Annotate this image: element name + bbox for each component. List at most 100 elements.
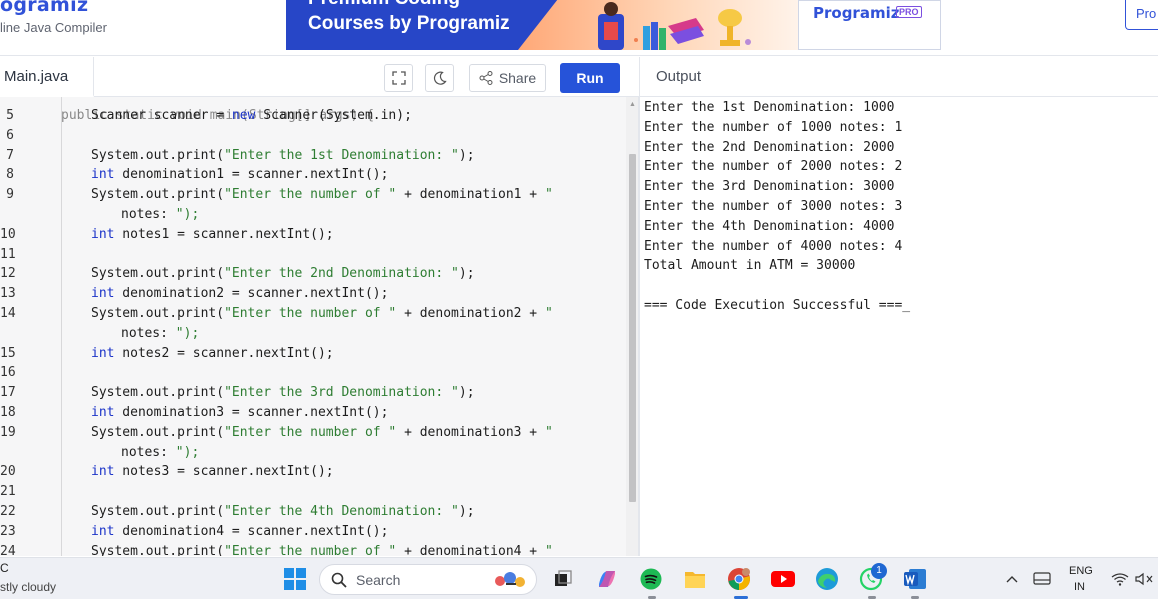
code-text: int notes1 = scanner.nextInt(); [91, 226, 334, 242]
theme-toggle-button[interactable] [425, 64, 454, 92]
task-view-icon[interactable] [551, 567, 575, 591]
wifi-icon[interactable] [1108, 567, 1132, 591]
chevron-up-icon[interactable] [1000, 567, 1024, 591]
books-trophy-illustration [598, 2, 751, 50]
code-text: int denomination2 = scanner.nextInt(); [91, 286, 389, 302]
line-number: 21 [0, 484, 16, 500]
editor-toolbar: Main.java Share Run Output [0, 57, 1158, 97]
pro-button[interactable]: Pro [1125, 0, 1158, 30]
share-button[interactable]: Share [469, 64, 546, 92]
code-text: int notes3 = scanner.nextInt(); [91, 464, 334, 480]
code-text: System.out.print("Enter the 1st Denomina… [91, 147, 475, 163]
code-line: 16 [0, 363, 630, 383]
code-text: int denomination1 = scanner.nextInt(); [91, 167, 389, 183]
code-line: 24 System.out.print("Enter the number of … [0, 542, 630, 556]
line-number: 8 [6, 167, 14, 183]
output-line: Enter the number of 3000 notes: 3 [644, 199, 903, 214]
code-text: notes: "); [121, 444, 200, 460]
word-icon[interactable] [903, 567, 927, 591]
line-number: 19 [0, 424, 16, 440]
share-icon [479, 71, 493, 85]
code-text: Scanner scanner = new Scanner(System.in)… [91, 108, 412, 123]
code-line: 7 System.out.print("Enter the 1st Denomin… [0, 146, 630, 166]
chrome-icon[interactable] [727, 567, 751, 591]
fullscreen-button[interactable] [384, 64, 413, 92]
code-line: 6 [0, 126, 630, 146]
line-number: 13 [0, 286, 16, 302]
code-line: 9 System.out.print("Enter the number of "… [0, 185, 630, 205]
output-line: Enter the number of 4000 notes: 4 [644, 238, 903, 254]
line-number: 16 [0, 365, 16, 381]
code-text: System.out.print("Enter the 2nd Denomina… [91, 266, 475, 282]
run-button[interactable]: Run [560, 63, 620, 93]
line-number: 6 [6, 127, 14, 143]
code-line: 15 int notes2 = scanner.nextInt(); [0, 344, 630, 364]
output-line: Total Amount in ATM = 30000 [644, 258, 856, 274]
code-line: 12 System.out.print("Enter the 2nd Denomi… [0, 264, 630, 284]
code-editor[interactable]: public static void main(String[] args) {… [0, 97, 639, 556]
taskbar-search[interactable]: Search [319, 564, 537, 595]
code-text: System.out.print("Enter the 3rd Denomina… [91, 385, 475, 401]
code-text: int denomination3 = scanner.nextInt(); [91, 405, 389, 420]
tablet-mode-icon[interactable] [1030, 567, 1054, 591]
copilot-icon[interactable] [595, 567, 619, 591]
banner-top-text: Premium Coding [308, 0, 460, 10]
speaker-muted-icon[interactable] [1132, 567, 1158, 591]
language-indicator[interactable]: ENG [1069, 565, 1093, 577]
line-number: 9 [6, 187, 14, 203]
code-line: 23 int denomination4 = scanner.nextInt(); [0, 522, 630, 542]
region-indicator[interactable]: IN [1074, 581, 1085, 593]
output-line: Enter the 4th Denomination: 4000 [644, 218, 895, 234]
output-line: Enter the number of 2000 notes: 2 [644, 159, 903, 175]
line-number: 7 [6, 147, 14, 163]
code-text: notes: "); [121, 325, 200, 341]
line-number: 12 [0, 266, 16, 282]
code-line: 5 Scanner scanner = new Scanner(System.in… [0, 106, 630, 126]
code-line-partial: public static void main(String[] args) { [0, 97, 630, 123]
banner-pro-badge: PRO [896, 6, 922, 18]
code-line: 22 System.out.print("Enter the 4th Denomi… [0, 502, 630, 522]
editor-scrollbar-thumb[interactable] [629, 154, 636, 502]
code-line: 18 int denomination3 = scanner.nextInt(); [0, 403, 630, 423]
code-line: 21 [0, 482, 630, 502]
line-number: 14 [0, 306, 16, 321]
spotify-icon[interactable] [639, 567, 663, 591]
code-line: 14 System.out.print("Enter the number of … [0, 304, 630, 324]
code-text: int notes2 = scanner.nextInt(); [91, 345, 334, 361]
tab-main-java[interactable]: Main.java [0, 57, 94, 97]
edge-icon[interactable] [815, 567, 839, 591]
line-number: 18 [0, 405, 16, 420]
banner-logo-box: Programiz PRO [798, 0, 941, 50]
file-explorer-icon[interactable] [683, 567, 707, 591]
code-text: notes: "); [121, 207, 200, 222]
line-number: 24 [0, 543, 16, 556]
output-line: === Code Execution Successful ===_ [644, 298, 911, 313]
line-number: 5 [6, 108, 14, 123]
weather-description[interactable]: stly cloudy [0, 580, 56, 594]
code-line: 11 [0, 245, 630, 265]
line-number: 17 [0, 385, 16, 401]
line-number: 10 [0, 226, 16, 242]
code-text: System.out.print("Enter the 4th Denomina… [91, 504, 475, 519]
output-line: Enter the 2nd Denomination: 2000 [644, 139, 895, 155]
promo-banner[interactable]: Premium Coding Courses by Programiz Prog… [286, 0, 941, 50]
output-line: Enter the number of 1000 notes: 1 [644, 119, 903, 135]
fullscreen-icon [391, 71, 406, 85]
search-icon [331, 572, 347, 588]
line-number: 22 [0, 504, 16, 519]
banner-text: Courses by Programiz [308, 13, 510, 34]
code-text: System.out.print("Enter the number of " … [91, 543, 553, 556]
youtube-icon[interactable] [771, 567, 795, 591]
windows-taskbar: C stly cloudy Search 1 ENG IN [0, 557, 1158, 599]
windows-start-icon[interactable] [283, 567, 307, 591]
line-number: 15 [0, 345, 16, 361]
whatsapp-notification-badge: 1 [871, 563, 887, 579]
search-highlight-icon [495, 572, 525, 587]
brand-logo[interactable]: ogramiz [0, 0, 88, 16]
code-line: notes: "); [0, 443, 630, 463]
code-text: int denomination4 = scanner.nextInt(); [91, 523, 389, 539]
scroll-up-arrow-icon[interactable]: ▲ [629, 101, 636, 108]
code-line: 17 System.out.print("Enter the 3rd Denomi… [0, 383, 630, 403]
weather-temperature[interactable]: C [0, 561, 9, 575]
share-label: Share [498, 70, 537, 86]
